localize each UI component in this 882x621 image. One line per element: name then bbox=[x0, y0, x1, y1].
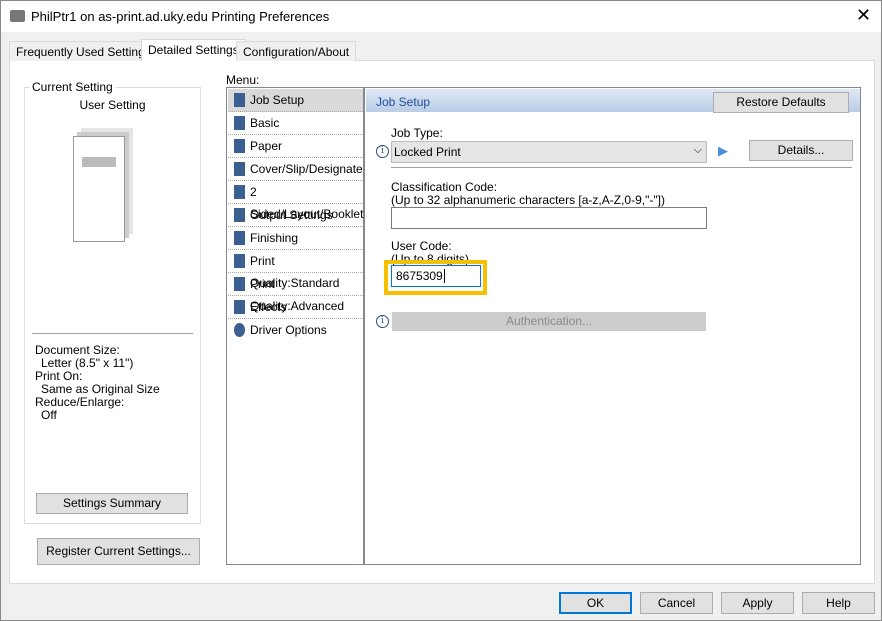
user-code-input[interactable]: 8675309 bbox=[391, 265, 481, 287]
menu-item-basic[interactable]: Basic bbox=[228, 112, 363, 135]
menu-item-label: Basic bbox=[250, 116, 280, 130]
quality-advanced-icon bbox=[234, 277, 245, 291]
two-sided-icon bbox=[234, 185, 245, 199]
job-type-value: Locked Print bbox=[394, 145, 461, 159]
menu-item-quality-advanced[interactable]: Print Quality:Advanced bbox=[228, 273, 363, 313]
cancel-button[interactable]: Cancel bbox=[640, 592, 713, 614]
menu-item-label: Output Settings bbox=[250, 208, 333, 222]
classification-code-input[interactable] bbox=[391, 207, 707, 229]
menu-item-label: Effects bbox=[250, 300, 287, 314]
info-icon[interactable]: i bbox=[376, 315, 389, 328]
menu-item-job-setup[interactable]: Job Setup bbox=[228, 89, 363, 112]
reduce-value: Off bbox=[41, 408, 57, 422]
restore-defaults-button[interactable]: Restore Defaults bbox=[713, 92, 849, 113]
authentication-button[interactable]: Authentication... bbox=[392, 312, 706, 331]
menu-item-label: Finishing bbox=[250, 231, 299, 245]
menu-item-cover[interactable]: Cover/Slip/Designate bbox=[228, 158, 363, 181]
close-icon[interactable]: ✕ bbox=[856, 5, 871, 26]
menu-item-label: Paper bbox=[250, 139, 283, 153]
separator bbox=[391, 167, 852, 168]
job-type-dropdown[interactable]: Locked Print ⌵ bbox=[391, 141, 707, 163]
menu-item-label: Cover/Slip/Designate bbox=[250, 162, 363, 176]
ok-button[interactable]: OK bbox=[559, 592, 632, 614]
user-setting: User Setting bbox=[79, 98, 146, 112]
cover-icon bbox=[234, 162, 245, 176]
menu-list: Job Setup Basic Paper Cover/Slip/Designa… bbox=[226, 87, 364, 565]
play-arrow-icon: ▶ bbox=[718, 143, 728, 158]
menu-item-effects[interactable]: Effects bbox=[228, 296, 363, 319]
paper-icon bbox=[234, 139, 245, 153]
user-code-value: 8675309 bbox=[396, 269, 443, 283]
printer-icon bbox=[10, 10, 25, 22]
gear-icon bbox=[234, 323, 245, 337]
title-bar: PhilPtr1 on as-print.ad.uky.edu Printing… bbox=[1, 1, 881, 32]
register-current-settings-button[interactable]: Register Current Settings... bbox=[37, 538, 200, 565]
tab-configuration[interactable]: Configuration/About bbox=[236, 41, 357, 61]
menu-item-quality-standard[interactable]: Print Quality:Standard bbox=[228, 250, 363, 290]
details-button[interactable]: Details... bbox=[749, 140, 853, 161]
help-button[interactable]: Help bbox=[802, 592, 875, 614]
menu-item-driver-options[interactable]: Driver Options bbox=[228, 319, 363, 342]
menu-item-finishing[interactable]: Finishing bbox=[228, 227, 363, 250]
menu-item-label: Job Setup bbox=[250, 93, 305, 107]
settings-summary-button[interactable]: Settings Summary bbox=[36, 493, 188, 514]
job-type-label: Job Type: bbox=[391, 126, 443, 140]
apply-button[interactable]: Apply bbox=[721, 592, 794, 614]
menu-item-2sided[interactable]: 2 Sided/Layout/Booklet bbox=[228, 181, 363, 221]
basic-icon bbox=[234, 116, 245, 130]
current-setting-label: Current Setting bbox=[29, 80, 116, 94]
tab-frequently-used[interactable]: Frequently Used Settings bbox=[9, 41, 158, 61]
quality-standard-icon bbox=[234, 254, 245, 268]
document-preview-icon bbox=[73, 136, 125, 242]
tab-detailed-settings[interactable]: Detailed Settings bbox=[141, 39, 246, 61]
menu-item-output[interactable]: Output Settings bbox=[228, 204, 363, 227]
menu-item-paper[interactable]: Paper bbox=[228, 135, 363, 158]
finishing-icon bbox=[234, 231, 245, 245]
info-icon[interactable]: i bbox=[376, 145, 389, 158]
window-title: PhilPtr1 on as-print.ad.uky.edu Printing… bbox=[31, 9, 330, 24]
effects-icon bbox=[234, 300, 245, 314]
menu-label: Menu: bbox=[226, 73, 260, 87]
chevron-down-icon: ⌵ bbox=[693, 144, 702, 156]
divider bbox=[32, 333, 193, 334]
output-icon bbox=[234, 208, 245, 222]
classification-hint: (Up to 32 alphanumeric characters [a-z,A… bbox=[391, 193, 665, 207]
job-setup-icon bbox=[234, 93, 245, 107]
menu-item-label: Driver Options bbox=[250, 323, 327, 337]
